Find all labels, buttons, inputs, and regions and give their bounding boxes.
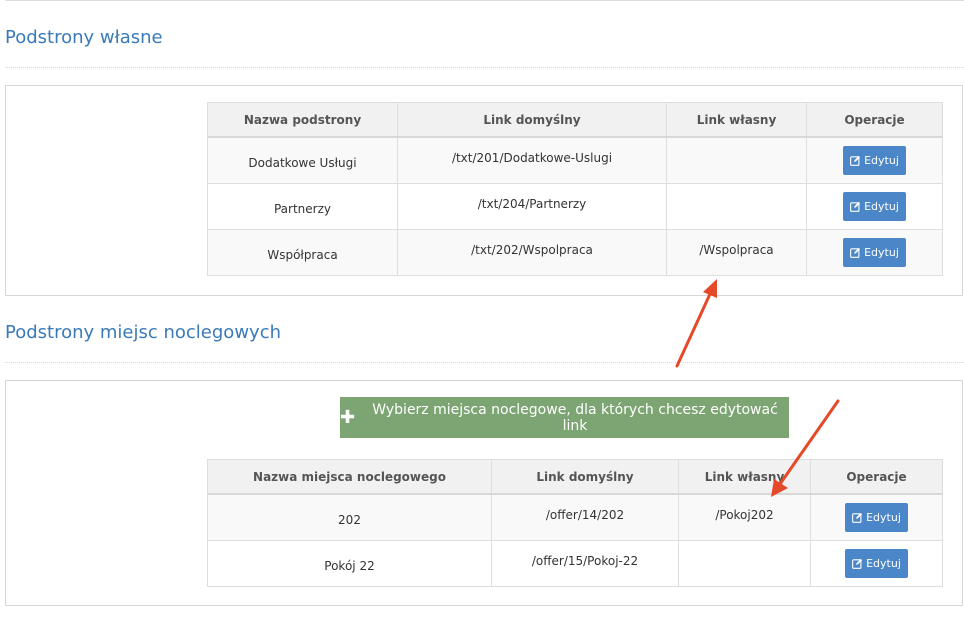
cell-default-link: /offer/14/202 xyxy=(491,493,679,541)
pencil-square-icon xyxy=(850,247,861,258)
col-header-default-link: Link domyślny xyxy=(491,459,679,495)
cell-own-link xyxy=(666,136,807,184)
pencil-square-icon xyxy=(850,155,861,166)
table-row: 202 /offer/14/202 /Pokoj202 Edytuj xyxy=(207,493,943,541)
cell-name: Pokój 22 xyxy=(207,540,492,587)
pencil-square-icon xyxy=(850,201,861,212)
cell-operations: Edytuj xyxy=(806,183,943,230)
edit-button-label: Edytuj xyxy=(866,511,901,524)
default-link: /txt/204/Partnerzy xyxy=(477,197,587,211)
cell-own-link xyxy=(666,183,807,230)
cell-operations: Edytuj xyxy=(810,540,943,587)
cell-default-link: /offer/15/Pokoj-22 xyxy=(491,540,679,587)
edit-button-label: Edytuj xyxy=(866,557,901,570)
pencil-square-icon xyxy=(852,558,863,569)
edit-button-label: Edytuj xyxy=(864,154,899,167)
cell-default-link: /txt/202/Wspolpraca xyxy=(397,229,667,276)
col-header-own-link: Link własny xyxy=(666,102,807,138)
cell-operations: Edytuj xyxy=(806,229,943,276)
cell-default-link: /txt/201/Dodatkowe-Uslugi xyxy=(397,136,667,184)
cell-name: Współpraca xyxy=(207,229,398,276)
cell-name: Partnerzy xyxy=(207,183,398,230)
col-header-name: Nazwa miejsca noclegowego xyxy=(207,459,492,495)
cell-default-link: /txt/204/Partnerzy xyxy=(397,183,667,230)
cell-operations: Edytuj xyxy=(806,136,943,184)
table-header-row: Nazwa miejsca noclegowego Link domyślny … xyxy=(207,459,943,495)
edit-button[interactable]: Edytuj xyxy=(845,549,908,578)
default-link: /offer/14/202 xyxy=(545,508,625,522)
own-pages-table: Nazwa podstrony Link domyślny Link własn… xyxy=(207,102,943,276)
edit-button-label: Edytuj xyxy=(864,200,899,213)
edit-button[interactable]: Edytuj xyxy=(843,146,906,175)
page-name: Dodatkowe Usługi xyxy=(248,155,357,170)
page-name: Partnerzy xyxy=(273,201,331,216)
default-link: /txt/201/Dodatkowe-Uslugi xyxy=(451,151,613,165)
accommodation-pages-title: Podstrony miejsc noclegowych xyxy=(5,322,282,343)
accommodation-pages-divider xyxy=(5,362,964,363)
own-pages-title: Podstrony własne xyxy=(5,27,163,48)
table-row: Partnerzy /txt/204/Partnerzy Edytuj xyxy=(207,183,943,230)
table-row: Pokój 22 /offer/15/Pokoj-22 Edytuj xyxy=(207,540,943,587)
top-divider xyxy=(5,0,964,1)
own-pages-divider xyxy=(5,67,964,68)
plus-icon: ✚ xyxy=(340,406,356,428)
choose-accommodations-label: Wybierz miejsca noclegowe, dla których c… xyxy=(372,401,778,434)
pencil-square-icon xyxy=(852,512,863,523)
accommodation-name: Pokój 22 xyxy=(324,558,375,573)
cell-operations: Edytuj xyxy=(810,493,943,541)
cell-own-link: /Wspolpraca xyxy=(666,229,807,276)
own-link: /Pokoj202 xyxy=(715,508,774,522)
edit-button[interactable]: Edytuj xyxy=(843,238,906,267)
col-header-default-link: Link domyślny xyxy=(397,102,667,138)
default-link: /offer/15/Pokoj-22 xyxy=(531,554,639,568)
edit-button-label: Edytuj xyxy=(864,246,899,259)
col-header-operations: Operacje xyxy=(810,459,943,495)
col-header-name: Nazwa podstrony xyxy=(207,102,398,138)
cell-name: 202 xyxy=(207,493,492,541)
page-name: Współpraca xyxy=(267,247,338,262)
cell-own-link: /Pokoj202 xyxy=(678,493,811,541)
table-row: Współpraca /txt/202/Wspolpraca /Wspolpra… xyxy=(207,229,943,276)
accommodation-name: 202 xyxy=(338,512,361,527)
col-header-own-link: Link własny xyxy=(678,459,811,495)
arrow-to-own-link xyxy=(675,292,712,368)
col-header-operations: Operacje xyxy=(806,102,943,138)
edit-button[interactable]: Edytuj xyxy=(843,192,906,221)
own-link: /Wspolpraca xyxy=(699,243,774,257)
table-header-row: Nazwa podstrony Link domyślny Link własn… xyxy=(207,102,943,138)
choose-accommodations-button[interactable]: ✚ Wybierz miejsca noclegowe, dla których… xyxy=(340,397,789,438)
cell-name: Dodatkowe Usługi xyxy=(207,136,398,184)
table-row: Dodatkowe Usługi /txt/201/Dodatkowe-Uslu… xyxy=(207,136,943,184)
accommodation-pages-table: Nazwa miejsca noclegowego Link domyślny … xyxy=(207,459,943,587)
default-link: /txt/202/Wspolpraca xyxy=(471,243,593,257)
cell-own-link xyxy=(678,540,811,587)
edit-button[interactable]: Edytuj xyxy=(845,503,908,532)
